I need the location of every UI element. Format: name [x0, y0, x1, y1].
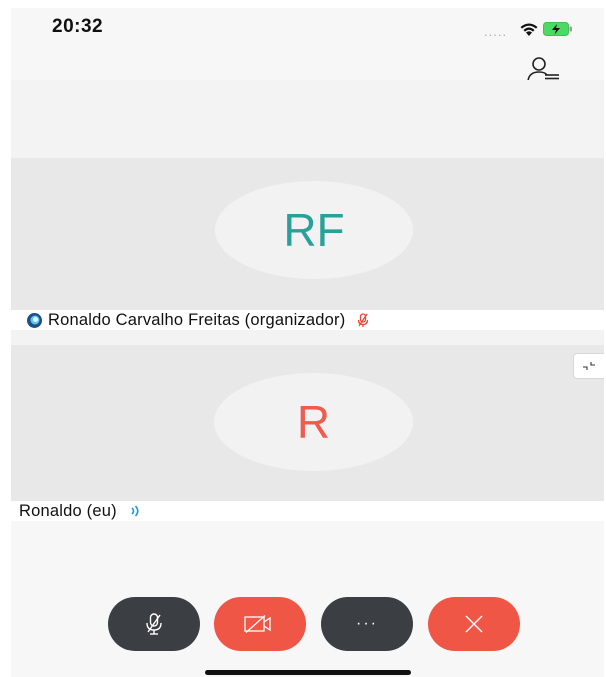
avatar-initials: R	[296, 396, 331, 448]
video-toggle-button[interactable]	[214, 597, 306, 651]
participant-name: Ronaldo (eu)	[19, 501, 117, 520]
tile-gap	[11, 330, 604, 345]
more-icon: ···	[356, 615, 378, 632]
participant-tile-self[interactable]: R	[11, 345, 604, 501]
status-bar: 20:32 .....	[11, 8, 604, 83]
status-time: 20:32	[52, 16, 104, 37]
avatar: R	[214, 373, 413, 471]
collapse-icon	[583, 362, 595, 370]
signal-icon: .....	[484, 24, 508, 39]
video-off-icon	[244, 615, 271, 633]
audio-active-icon	[131, 505, 139, 517]
expand-video-button[interactable]	[573, 353, 604, 379]
hang-up-button[interactable]	[428, 597, 520, 651]
home-indicator	[205, 670, 411, 675]
meeting-screen: 20:32 ..... RF Ronaldo Carvalho Freitas …	[11, 8, 604, 677]
battery-charging-icon	[543, 22, 572, 36]
presence-icon	[27, 312, 42, 328]
participant-name-bar: Ronaldo Carvalho Freitas (organizador)	[11, 310, 604, 330]
top-spacer	[11, 80, 604, 158]
more-options-button[interactable]: ···	[321, 597, 413, 651]
mute-button[interactable]	[108, 597, 200, 651]
wifi-icon	[520, 23, 538, 36]
mic-muted-icon	[358, 312, 369, 327]
mic-muted-icon	[146, 613, 162, 635]
avatar: RF	[215, 181, 413, 279]
participant-tile-organizer[interactable]: RF	[11, 158, 604, 310]
close-icon	[465, 615, 483, 633]
avatar-initials: RF	[283, 204, 345, 256]
participants-list-button[interactable]	[525, 55, 561, 83]
participant-name-bar: Ronaldo (eu)	[11, 501, 604, 521]
participant-name: Ronaldo Carvalho Freitas (organizador)	[48, 310, 346, 329]
